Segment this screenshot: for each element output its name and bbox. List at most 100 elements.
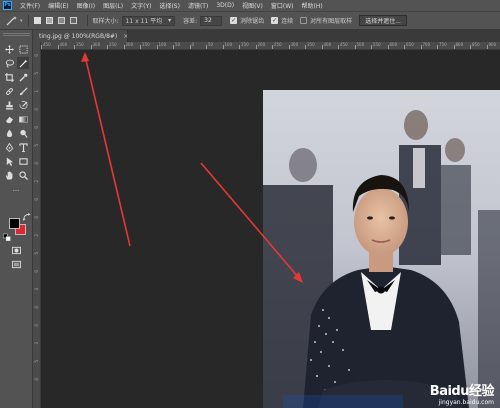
hand-tool-icon[interactable] [3, 169, 15, 181]
ruler-tick-label: 5 [34, 144, 39, 147]
ruler-tick [420, 45, 422, 49]
panel-grip[interactable] [3, 33, 30, 36]
magic-wand-tool-icon[interactable] [6, 15, 18, 26]
intersect-selection-icon[interactable] [69, 17, 77, 24]
ruler-tick [404, 45, 405, 49]
tolerance-input[interactable]: 32 [200, 15, 223, 26]
document-tab-bar: ting.jpg @ 100%(RGB/8#) × [33, 30, 500, 42]
history-brush-tool-icon[interactable] [17, 99, 29, 111]
menu-filter[interactable]: 滤镜(T) [188, 1, 208, 10]
pen-tool-icon[interactable] [3, 141, 15, 153]
menu-window[interactable]: 窗口(W) [271, 1, 294, 10]
menu-select[interactable]: 选择(S) [159, 1, 180, 10]
ruler-tick-label: 200 [125, 42, 134, 47]
ruler-tick-label: 0 [191, 42, 195, 47]
eyedropper-tool-icon[interactable] [17, 71, 29, 83]
ruler-tick-label: 600 [389, 42, 398, 47]
close-icon[interactable]: × [123, 33, 128, 40]
blur-tool-icon[interactable] [3, 127, 15, 139]
menu-edit[interactable]: 编辑(E) [48, 1, 68, 10]
ruler-tick-label: 850 [472, 42, 480, 47]
ruler-tick-label: 550 [373, 42, 381, 47]
ruler-tick-label: 0 [34, 162, 39, 165]
ruler-tick-label: 150 [241, 42, 249, 47]
lasso-tool-icon[interactable] [3, 57, 15, 69]
ruler-tick-label: 300 [290, 42, 299, 47]
more-tools-icon[interactable]: ··· [10, 185, 22, 197]
ruler-tick [90, 45, 92, 49]
subtract-selection-icon[interactable] [57, 17, 65, 24]
menu-help[interactable]: 帮助(H) [302, 1, 323, 10]
ruler-tick [387, 45, 389, 49]
menu-file[interactable]: 文件(F) [20, 1, 40, 10]
menu-image[interactable]: 图像(I) [77, 1, 95, 10]
ruler-tick-label: 350 [76, 42, 84, 47]
ruler-tick-label: 700 [422, 42, 431, 47]
magic-wand-tool-icon[interactable] [17, 57, 29, 69]
ruler-tick [371, 45, 372, 49]
foreground-color-swatch[interactable] [9, 218, 20, 229]
zoom-tool-icon[interactable] [17, 169, 29, 181]
menu-type[interactable]: 文字(Y) [131, 1, 151, 10]
ruler-tick [57, 45, 59, 49]
screen-mode-icon[interactable] [10, 258, 22, 270]
sample-size-label: 取样大小: [92, 18, 119, 25]
ruler-tick-label: 0 [34, 216, 39, 219]
tolerance-label: 容差: [183, 18, 198, 25]
menu-3d[interactable]: 3D(D) [216, 2, 234, 9]
add-to-selection-icon[interactable] [45, 17, 53, 24]
vertical-ruler[interactable]: 0510050200250300350 [33, 42, 41, 408]
canvas-area[interactable]: Baidu经验 jingyan.baidu.com [41, 50, 500, 408]
select-and-mask-button[interactable]: 选择并遮住... [359, 15, 407, 26]
default-colors-icon[interactable] [3, 233, 11, 241]
watermark: Baidu经验 jingyan.baidu.com [429, 380, 495, 406]
document-image[interactable]: Baidu经验 jingyan.baidu.com [263, 90, 500, 408]
contiguous-label: 连续 [281, 18, 294, 25]
move-tool-icon[interactable] [3, 43, 15, 55]
menu-layer[interactable]: 图层(L) [103, 1, 123, 10]
ruler-tick-label: 2 [34, 180, 39, 183]
ruler-tick-label: 5 [34, 252, 39, 255]
brush-tool-icon[interactable] [17, 85, 29, 97]
eraser-tool-icon[interactable] [3, 113, 15, 125]
dodge-tool-icon[interactable] [17, 127, 29, 139]
chevron-down-icon: ▾ [168, 17, 172, 24]
horizontal-ruler[interactable]: 450 400 350 300 250 200 150 100 50 0 50 100 150 200 25… [41, 42, 500, 50]
ruler-tick [354, 45, 356, 49]
healing-brush-tool-icon[interactable] [3, 85, 15, 97]
clone-stamp-tool-icon[interactable] [3, 99, 15, 111]
sample-size-select[interactable]: 11 x 11 平均 ▾ [121, 15, 176, 26]
type-tool-icon[interactable] [17, 141, 29, 153]
ruler-tick-label: 750 [439, 42, 447, 47]
ruler-tick [222, 45, 224, 49]
ruler-tick [453, 45, 455, 49]
antialias-checkbox[interactable]: ✓ [230, 17, 238, 24]
quick-mask-icon[interactable] [10, 244, 22, 256]
arrowhead-icon [81, 52, 89, 62]
contiguous-checkbox[interactable]: ✓ [271, 17, 279, 24]
crop-tool-icon[interactable] [3, 71, 15, 83]
ruler-tick-label: 250 [274, 42, 282, 47]
watermark-brand: Baidu经验 [429, 384, 495, 399]
path-selection-tool-icon[interactable] [3, 155, 15, 167]
ruler-tick [272, 45, 273, 49]
document-tab[interactable]: ting.jpg @ 100%(RGB/8#) × [33, 30, 128, 42]
document-tab-title: ting.jpg @ 100%(RGB/8#) [39, 32, 118, 40]
tool-preset-arrow-icon[interactable]: ▾ [20, 18, 23, 24]
sample-size-value: 11 x 11 平均 [125, 18, 163, 25]
sample-all-layers-checkbox[interactable] [300, 17, 308, 24]
ruler-tick [173, 45, 174, 49]
swap-colors-icon[interactable] [23, 212, 31, 221]
ruler-tick [470, 45, 471, 49]
ruler-tick-label: 50 [175, 42, 181, 47]
separator [86, 15, 88, 26]
new-selection-icon[interactable] [33, 17, 41, 24]
menu-view[interactable]: 视图(V) [242, 1, 263, 10]
marquee-tool-icon[interactable] [17, 43, 29, 55]
ruler-tick-label: 1 [34, 90, 39, 93]
gradient-tool-icon[interactable] [17, 113, 29, 125]
menu-bar: Ps 文件(F) 编辑(E) 图像(I) 图层(L) 文字(Y) 选择(S) 滤… [0, 0, 500, 11]
rectangle-tool-icon[interactable] [17, 155, 29, 167]
ruler-tick-label: 500 [356, 42, 365, 47]
ruler-tick [74, 45, 75, 49]
